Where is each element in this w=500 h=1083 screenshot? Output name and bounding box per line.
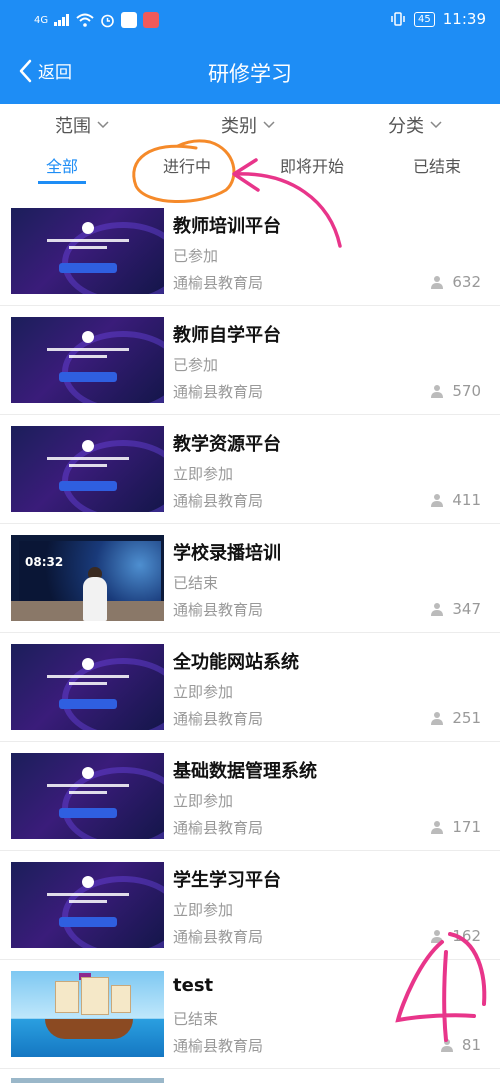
- course-organizer: 通榆县教育局: [173, 710, 264, 728]
- nav-bar: 返回 研修学习: [0, 42, 500, 104]
- battery-indicator: 45: [414, 11, 435, 27]
- list-item[interactable]: 教师自学平台 已参加 通榆县教育局 570: [0, 306, 500, 415]
- course-organizer: 通榆县教育局: [173, 819, 264, 837]
- count-value: 570: [452, 382, 481, 400]
- tab-in-progress[interactable]: 进行中: [163, 153, 211, 177]
- person-icon: [431, 930, 444, 943]
- tab-all[interactable]: 全部: [46, 153, 78, 177]
- course-status: 立即参加: [173, 901, 234, 919]
- course-organizer: 通榆县教育局: [173, 1037, 264, 1055]
- status-icons-right: 45 11:39: [390, 10, 486, 28]
- app-notification-icon: [121, 12, 138, 28]
- course-status: 立即参加: [173, 465, 234, 483]
- chevron-down-icon: [430, 121, 442, 129]
- filter-classification[interactable]: 分类: [388, 112, 442, 138]
- count-value: 632: [452, 273, 481, 291]
- count-value: 81: [461, 1036, 481, 1054]
- count-value: 162: [452, 927, 481, 945]
- participant-count: 347: [430, 600, 481, 618]
- course-status: 立即参加: [173, 792, 234, 810]
- person-icon: [431, 494, 444, 507]
- course-thumbnail: 08:32: [11, 535, 164, 621]
- app-notification-icon-2: [143, 12, 160, 28]
- person-icon: [431, 712, 444, 725]
- clock: 11:39: [442, 10, 486, 28]
- course-organizer: 通榆县教育局: [173, 383, 264, 401]
- count-value: 411: [452, 491, 481, 509]
- participant-count: 632: [430, 273, 481, 291]
- course-title: 基础数据管理系统: [173, 761, 317, 782]
- course-status: 已参加: [173, 247, 219, 265]
- course-list: 教师培训平台 已参加 通榆县教育局 632 教师自学平台 已参加 通榆县教育局 …: [0, 197, 500, 1069]
- course-thumbnail: [11, 426, 164, 512]
- course-title: 学生学习平台: [173, 870, 281, 891]
- course-thumbnail: [11, 753, 164, 839]
- course-thumbnail: [11, 862, 164, 948]
- video-clock: 08:32: [25, 555, 64, 569]
- filter-label: 分类: [388, 116, 424, 137]
- filter-label: 范围: [55, 116, 91, 137]
- count-value: 347: [452, 600, 481, 618]
- participant-count: 570: [430, 382, 481, 400]
- person-icon: [431, 276, 444, 289]
- participant-count: 251: [430, 709, 481, 727]
- filter-label: 类别: [221, 116, 257, 137]
- chevron-down-icon: [263, 121, 275, 129]
- list-item[interactable]: 教师培训平台 已参加 通榆县教育局 632: [0, 197, 500, 306]
- person-icon: [431, 821, 444, 834]
- course-organizer: 通榆县教育局: [173, 492, 264, 510]
- filter-scope[interactable]: 范围: [55, 112, 109, 138]
- vibrate-icon: [391, 12, 405, 26]
- filter-bar: 范围 类别 分类: [0, 104, 500, 144]
- participant-count: 411: [430, 491, 481, 509]
- person-icon: [431, 603, 444, 616]
- person-icon: [431, 385, 444, 398]
- course-title: test: [173, 975, 214, 996]
- list-item[interactable]: 基础数据管理系统 立即参加 通榆县教育局 171: [0, 742, 500, 851]
- status-tabs: 全部 进行中 即将开始 已结束: [0, 144, 500, 194]
- course-thumbnail: [11, 644, 164, 730]
- status-icons-left: 4G: [34, 12, 160, 28]
- list-item[interactable]: 学生学习平台 立即参加 通榆县教育局 162: [0, 851, 500, 960]
- course-status: 立即参加: [173, 683, 234, 701]
- page-title: 研修学习: [208, 62, 292, 86]
- wifi-icon: [76, 13, 94, 27]
- active-tab-indicator: [38, 181, 86, 184]
- course-title: 全功能网站系统: [173, 652, 299, 673]
- tab-upcoming[interactable]: 即将开始: [280, 153, 344, 177]
- participant-count: 171: [430, 818, 481, 836]
- participant-count: 162: [430, 927, 481, 945]
- count-value: 251: [452, 709, 481, 727]
- course-status: 已结束: [173, 574, 219, 592]
- status-bar: 4G 45 11:39: [0, 0, 500, 42]
- course-organizer: 通榆县教育局: [173, 274, 264, 292]
- network-type: 4G: [34, 14, 49, 26]
- participant-count: 81: [440, 1036, 481, 1054]
- course-title: 教学资源平台: [173, 434, 281, 455]
- person-icon: [440, 1039, 453, 1052]
- chevron-down-icon: [97, 121, 109, 129]
- list-item[interactable]: 教学资源平台 立即参加 通榆县教育局 411: [0, 415, 500, 524]
- list-item[interactable]: 全功能网站系统 立即参加 通榆县教育局 251: [0, 633, 500, 742]
- next-item-thumbnail-partial: [11, 1078, 164, 1083]
- course-title: 教师自学平台: [173, 325, 281, 346]
- tab-ended[interactable]: 已结束: [413, 153, 461, 177]
- course-organizer: 通榆县教育局: [173, 928, 264, 946]
- filter-category[interactable]: 类别: [221, 112, 275, 138]
- course-title: 教师培训平台: [173, 216, 281, 237]
- alarm-icon: [101, 14, 114, 27]
- course-organizer: 通榆县教育局: [173, 601, 264, 619]
- course-thumbnail: [11, 317, 164, 403]
- list-item[interactable]: test 已结束 通榆县教育局 81: [0, 960, 500, 1069]
- count-value: 171: [452, 818, 481, 836]
- course-thumbnail: [11, 208, 164, 294]
- course-status: 已参加: [173, 356, 219, 374]
- course-title: 学校录播培训: [173, 543, 281, 564]
- course-thumbnail: [11, 971, 164, 1057]
- list-item[interactable]: 08:32 学校录播培训 已结束 通榆县教育局 347: [0, 524, 500, 633]
- signal-icon: [54, 14, 70, 26]
- course-status: 已结束: [173, 1010, 219, 1028]
